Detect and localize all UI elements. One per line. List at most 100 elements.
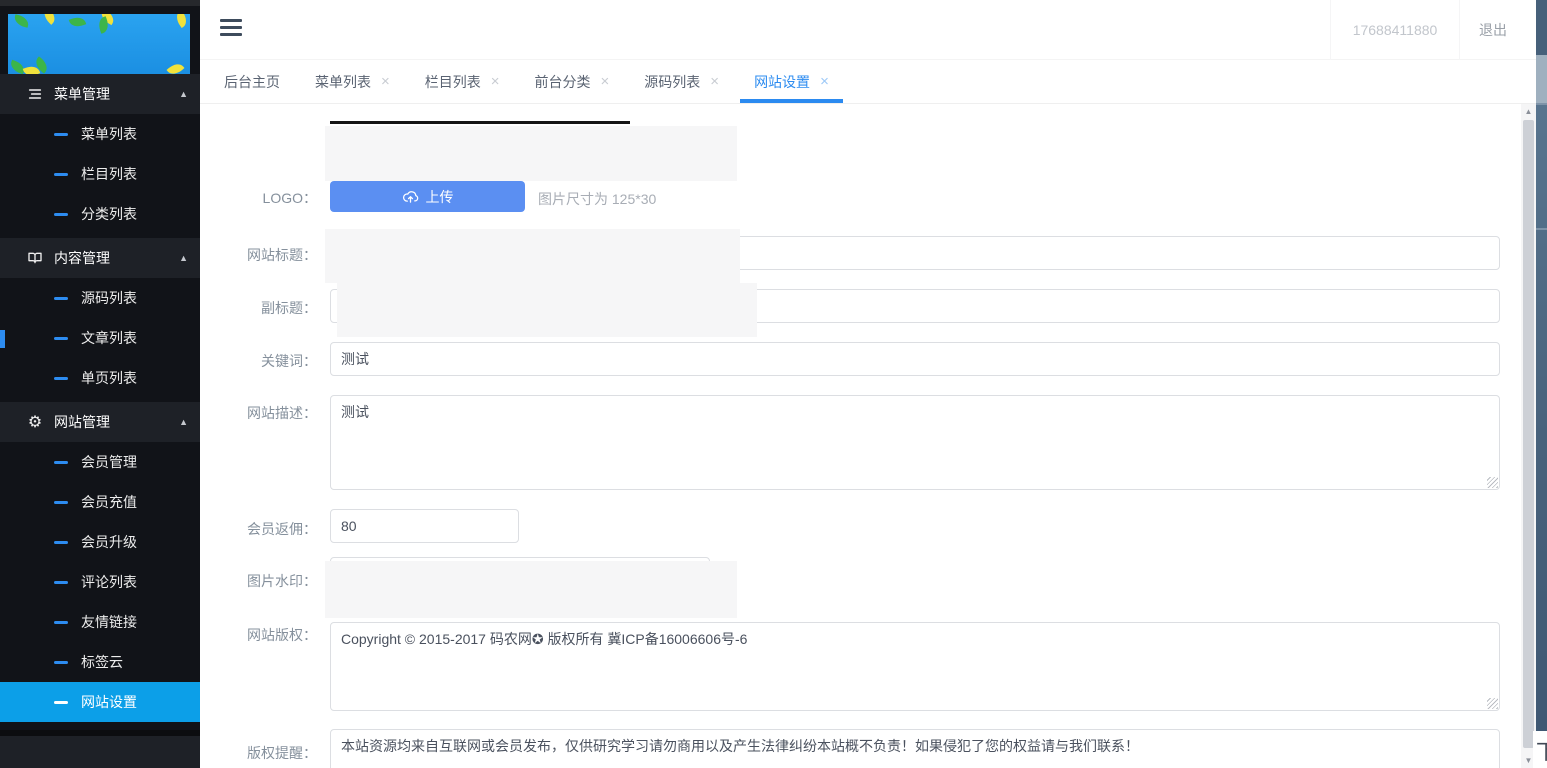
dash-icon bbox=[54, 661, 68, 664]
resize-handle-icon[interactable] bbox=[1487, 477, 1498, 488]
sidebar-item-label: 评论列表 bbox=[81, 572, 137, 592]
tab-bar: 后台主页 菜单列表 × 栏目列表 × 前台分类 × 源码列表 × 网站设置 × bbox=[200, 60, 1536, 104]
sidebar-section-menu-management[interactable]: 菜单管理 ▲ bbox=[0, 74, 200, 114]
sidebar-item-comment-list[interactable]: 评论列表 bbox=[0, 562, 200, 602]
chevron-up-icon[interactable]: ▲ bbox=[179, 417, 188, 427]
submenu: 源码列表 文章列表 单页列表 bbox=[0, 278, 200, 402]
leaf-icon bbox=[167, 60, 185, 74]
section-label: 网站管理 bbox=[54, 412, 110, 432]
close-icon[interactable]: × bbox=[710, 73, 719, 90]
copyright-notice-textarea[interactable]: 本站资源均来自互联网或会员发布，仅供研究学习请勿商用以及产生法律纠纷本站概不负责… bbox=[330, 729, 1500, 768]
dash-icon bbox=[54, 377, 68, 380]
upload-button[interactable]: 上传 bbox=[330, 181, 525, 212]
sidebar-item-source-list[interactable]: 源码列表 bbox=[0, 278, 200, 318]
dash-icon bbox=[54, 581, 68, 584]
site-logo[interactable] bbox=[8, 14, 190, 74]
sidebar-item-label: 会员充值 bbox=[81, 492, 137, 512]
sidebar-item-tag-cloud[interactable]: 标签云 bbox=[0, 642, 200, 682]
top-header: 17688411880 退出 bbox=[200, 0, 1536, 60]
cloud-upload-icon bbox=[402, 189, 419, 204]
field-label-site-title: 网站标题： bbox=[200, 245, 317, 265]
leaf-icon bbox=[69, 15, 87, 30]
scroll-up-icon[interactable]: ▲ bbox=[1521, 107, 1536, 116]
sidebar-item-label: 源码列表 bbox=[81, 288, 137, 308]
edge-segment bbox=[1536, 228, 1547, 230]
sidebar-item-single-page-list[interactable]: 单页列表 bbox=[0, 358, 200, 398]
sidebar-item-column-list[interactable]: 栏目列表 bbox=[0, 154, 200, 194]
field-label-member-rebate: 会员返佣： bbox=[200, 519, 317, 539]
edge-segment bbox=[1536, 0, 1547, 55]
active-tab-underline bbox=[740, 99, 843, 103]
chevron-up-icon[interactable]: ▲ bbox=[179, 89, 188, 99]
sidebar-footer bbox=[0, 730, 200, 768]
partial-glyph: 下 bbox=[1536, 736, 1547, 766]
content-scrollbar[interactable]: ▲ ▼ bbox=[1521, 104, 1536, 768]
field-label-watermark: 图片水印： bbox=[200, 571, 317, 591]
tab-column-list[interactable]: 栏目列表 × bbox=[423, 60, 502, 103]
sidebar-item-member-upgrade[interactable]: 会员升级 bbox=[0, 522, 200, 562]
redaction-overlay bbox=[325, 561, 737, 618]
field-label-copyright: 网站版权： bbox=[200, 625, 317, 645]
section-label: 内容管理 bbox=[54, 248, 110, 268]
redaction-overlay bbox=[325, 229, 740, 283]
clipped-background-text: 下 bbox=[1533, 731, 1547, 768]
tab-front-category[interactable]: 前台分类 × bbox=[533, 60, 612, 103]
tab-site-settings[interactable]: 网站设置 × bbox=[752, 60, 831, 103]
sidebar-section-site-management[interactable]: ⚙ 网站管理 ▲ bbox=[0, 402, 200, 442]
resize-handle-icon[interactable] bbox=[1487, 698, 1498, 709]
close-icon[interactable]: × bbox=[601, 73, 610, 90]
dash-icon bbox=[54, 541, 68, 544]
tab-label: 前台分类 bbox=[535, 72, 591, 92]
member-rebate-input[interactable] bbox=[330, 509, 519, 543]
tab-label: 源码列表 bbox=[644, 72, 700, 92]
sidebar-item-label: 会员管理 bbox=[81, 452, 137, 472]
tab-dashboard[interactable]: 后台主页 bbox=[222, 60, 282, 103]
gear-icon: ⚙ bbox=[26, 413, 44, 431]
sidebar-item-site-settings[interactable]: 网站设置 bbox=[0, 682, 200, 722]
keywords-input[interactable] bbox=[330, 342, 1500, 376]
leaf-icon bbox=[173, 14, 190, 28]
close-icon[interactable]: × bbox=[381, 73, 390, 90]
description-textarea[interactable]: 测试 bbox=[330, 395, 1500, 490]
tab-label: 菜单列表 bbox=[315, 72, 371, 92]
browser-edge-scrollbar[interactable] bbox=[1536, 0, 1547, 731]
sidebar-item-label: 菜单列表 bbox=[81, 124, 137, 144]
logo-size-hint: 图片尺寸为 125*30 bbox=[538, 189, 656, 209]
field-label-description: 网站描述： bbox=[200, 403, 317, 423]
sidebar-item-label: 会员升级 bbox=[81, 532, 137, 552]
sidebar-item-member-management[interactable]: 会员管理 bbox=[0, 442, 200, 482]
field-label-logo: LOGO： bbox=[200, 188, 317, 208]
scrollbar-thumb[interactable] bbox=[1523, 120, 1534, 748]
leaf-icon bbox=[41, 14, 59, 25]
menu-list-icon bbox=[26, 85, 44, 103]
edge-segment bbox=[1536, 55, 1547, 103]
sidebar-item-label: 分类列表 bbox=[81, 204, 137, 224]
sidebar-item-article-list[interactable]: 文章列表 bbox=[0, 318, 200, 358]
dash-icon bbox=[54, 173, 68, 176]
sidebar-item-menu-list[interactable]: 菜单列表 bbox=[0, 114, 200, 154]
leaf-icon bbox=[13, 14, 30, 28]
redaction-overlay bbox=[337, 283, 757, 337]
book-icon bbox=[26, 249, 44, 267]
hamburger-menu-icon[interactable] bbox=[220, 19, 244, 41]
sidebar-section-content-management[interactable]: 内容管理 ▲ bbox=[0, 238, 200, 278]
chevron-up-icon[interactable]: ▲ bbox=[179, 253, 188, 263]
close-icon[interactable]: × bbox=[491, 73, 500, 90]
user-phone[interactable]: 17688411880 bbox=[1330, 0, 1460, 60]
tab-menu-list[interactable]: 菜单列表 × bbox=[313, 60, 392, 103]
close-icon[interactable]: × bbox=[820, 73, 829, 90]
edge-segment bbox=[1536, 103, 1547, 105]
redaction-overlay bbox=[325, 126, 737, 181]
sidebar-item-category-list[interactable]: 分类列表 bbox=[0, 194, 200, 234]
copyright-textarea[interactable]: Copyright © 2015-2017 码农网✪ 版权所有 冀ICP备160… bbox=[330, 622, 1500, 711]
sidebar-item-label: 友情链接 bbox=[81, 612, 137, 632]
sidebar-item-friend-links[interactable]: 友情链接 bbox=[0, 602, 200, 642]
sidebar: 菜单管理 ▲ 菜单列表 栏目列表 分类列表 内容管理 ▲ 源码列表 文章列表 单… bbox=[0, 0, 200, 768]
sidebar-item-member-recharge[interactable]: 会员充值 bbox=[0, 482, 200, 522]
logout-button[interactable]: 退出 bbox=[1460, 0, 1526, 60]
tab-label: 后台主页 bbox=[224, 72, 280, 92]
field-label-copyright-notice: 版权提醒： bbox=[200, 743, 317, 763]
logo-preview-edge bbox=[330, 121, 630, 124]
tab-source-list[interactable]: 源码列表 × bbox=[642, 60, 721, 103]
tab-label: 栏目列表 bbox=[425, 72, 481, 92]
